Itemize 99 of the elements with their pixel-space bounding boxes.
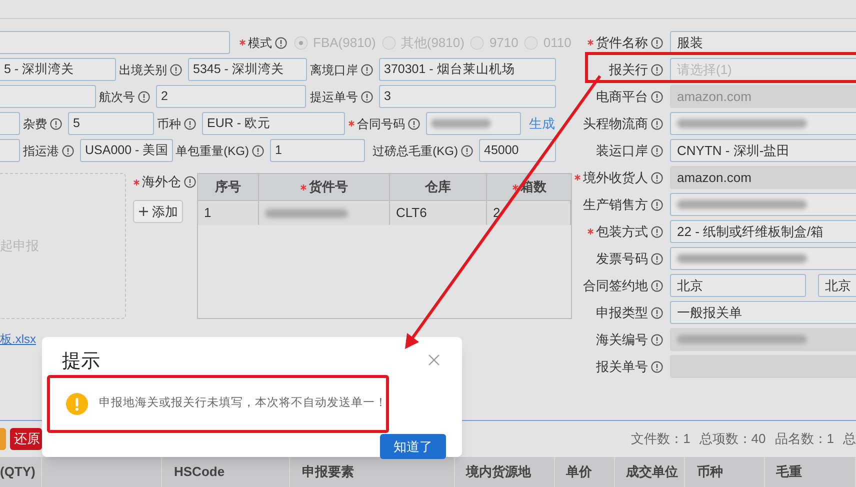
input-field: amazon.com: [670, 85, 856, 108]
dialog-title: 提示: [62, 350, 100, 374]
input-field[interactable]: [0, 139, 20, 162]
info-icon: [651, 118, 663, 130]
input-field[interactable]: USA000 - 美国: [80, 139, 173, 162]
field-label: 模式: [248, 34, 272, 52]
info-icon: [651, 252, 663, 264]
input-field[interactable]: 北京: [818, 274, 856, 297]
input-field[interactable]: 一般报关单: [670, 301, 856, 324]
field-label: 海外仓: [142, 173, 181, 192]
action-button[interactable]: 还原: [10, 428, 42, 450]
field-label: 合同签约地: [583, 276, 648, 295]
input-field[interactable]: [670, 247, 856, 270]
stat-text: 总项数：40: [699, 430, 766, 448]
column-header: 毛重: [765, 457, 856, 487]
field-label: 申报类型: [596, 304, 648, 322]
radio-button[interactable]: [294, 36, 308, 50]
add-button[interactable]: 添加: [133, 200, 183, 223]
info-icon: [651, 360, 663, 372]
table-cell: 1: [198, 201, 259, 225]
field-label: 生产销售方: [583, 196, 648, 214]
info-icon: [461, 144, 473, 156]
info-icon: [651, 334, 663, 346]
input-field[interactable]: [670, 112, 856, 135]
input-field[interactable]: 服装: [670, 31, 856, 54]
input-field[interactable]: 5: [68, 112, 154, 135]
field-label: 境外收货人: [583, 168, 648, 187]
stat-text: 品名数：1: [774, 430, 834, 448]
info-icon: [184, 176, 196, 188]
input-field[interactable]: EUR - 欧元: [202, 112, 345, 135]
warning-icon: [66, 393, 88, 415]
close-icon: [428, 354, 440, 366]
field-label: 发票号码: [596, 250, 648, 268]
field-label: 过磅总毛重(KG): [372, 142, 458, 160]
dialog-message: 申报地海关或报关行未填写，本次将不自动发送单一！: [99, 396, 387, 412]
input-field[interactable]: [670, 193, 856, 216]
field-label: 头程物流商: [583, 114, 648, 133]
info-icon: [361, 90, 373, 102]
field-label: 航次号: [99, 88, 135, 106]
info-icon: [651, 226, 663, 238]
info-icon: [651, 306, 663, 318]
plus-icon: [138, 206, 149, 217]
field-label: 出境关别: [119, 62, 167, 78]
column-header: (QTY): [0, 457, 42, 487]
input-field[interactable]: [0, 112, 20, 135]
info-icon: [50, 118, 62, 130]
template-link[interactable]: 板.xlsx: [0, 330, 36, 348]
field-label: 包装方式: [596, 222, 648, 241]
info-icon: [170, 64, 182, 76]
input-field[interactable]: CNYTN - 深圳-盐田: [670, 139, 856, 162]
info-icon: [651, 280, 663, 292]
input-field[interactable]: 北京: [670, 274, 806, 297]
column-header: 单价: [555, 457, 615, 487]
input-field[interactable]: 5345 - 深圳湾关: [188, 58, 307, 81]
input-field[interactable]: [0, 31, 230, 54]
column-header: 币种: [685, 457, 765, 487]
field-label: 币种: [157, 116, 181, 132]
info-icon: [651, 64, 663, 76]
field-label: 杂费: [23, 116, 47, 132]
info-icon: [138, 90, 150, 102]
input-field[interactable]: 3: [379, 85, 556, 108]
stat-text: 文件数：1: [631, 430, 690, 448]
field-label: 报关行: [609, 60, 648, 79]
stat-text: 总: [843, 430, 856, 448]
info-icon: [651, 144, 663, 156]
input-field[interactable]: [426, 112, 521, 135]
info-icon: [408, 118, 420, 130]
info-icon: [651, 90, 663, 102]
field-label: 装运口岸: [596, 142, 648, 160]
info-icon: [62, 144, 74, 156]
input-field[interactable]: [670, 328, 856, 351]
info-icon: [252, 144, 264, 156]
info-icon: [651, 36, 663, 48]
column-header: 成交单位: [615, 457, 685, 487]
field-label: 单包重量(KG): [176, 142, 249, 160]
field-label: 离境口岸: [310, 62, 358, 78]
field-label: 海关编号: [596, 330, 648, 349]
input-field[interactable]: 1: [270, 139, 365, 162]
field-label: 货件名称: [596, 34, 648, 52]
info-icon: [361, 64, 373, 76]
info-icon: [184, 118, 196, 130]
input-field[interactable]: 370301 - 烟台莱山机场: [379, 58, 556, 81]
field-label: 指运港: [23, 142, 59, 160]
info-icon: [275, 36, 287, 48]
input-field[interactable]: amazon.com: [670, 166, 856, 189]
info-icon: [651, 198, 663, 210]
input-field[interactable]: 5 - 深圳湾关: [0, 58, 116, 81]
input-field[interactable]: 45000: [479, 139, 556, 162]
input-field[interactable]: [0, 85, 96, 108]
field-label: 电商平台: [596, 88, 648, 106]
table-cell: CLT6: [390, 201, 487, 225]
input-field[interactable]: 22 - 纸制或纤维板制盒/箱: [670, 220, 856, 243]
info-icon: [651, 172, 663, 184]
confirm-button[interactable]: 知道了: [380, 434, 446, 459]
field-label: 合同号码: [357, 116, 405, 132]
input-field[interactable]: 2: [156, 85, 306, 108]
action-button[interactable]: [0, 428, 6, 450]
field-label: 提运单号: [310, 88, 358, 106]
field-label: 报关单号: [596, 358, 648, 376]
